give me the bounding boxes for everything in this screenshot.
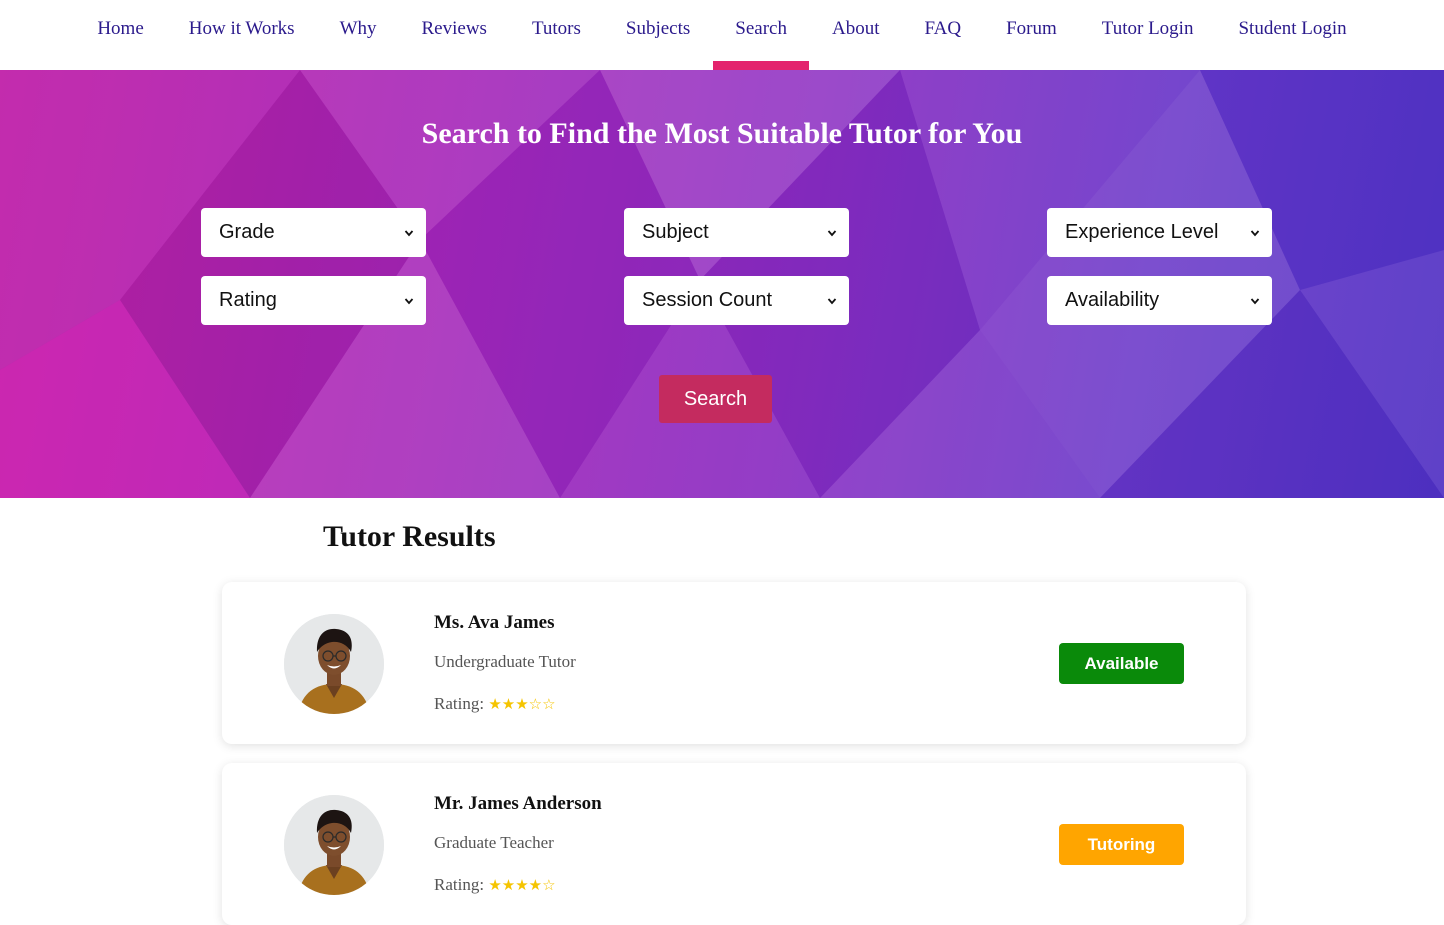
chevron-down-icon (404, 229, 414, 236)
hero-title: Search to Find the Most Suitable Tutor f… (421, 117, 1023, 151)
nav-home[interactable]: Home (75, 0, 166, 70)
rating-select-value: Rating (219, 289, 277, 311)
subject-select[interactable]: Subject (624, 208, 849, 257)
rating-label: Rating: (434, 875, 485, 894)
chevron-down-icon (1250, 297, 1260, 304)
nav-reviews[interactable]: Reviews (399, 0, 509, 70)
availability-select-value: Availability (1065, 289, 1160, 311)
tutor-card[interactable]: Ms. Ava James Undergraduate Tutor Rating… (222, 582, 1246, 744)
session-count-select[interactable]: Session Count (624, 276, 849, 325)
tutor-rating: Rating: ★★★☆☆ (434, 694, 556, 714)
results-title: Tutor Results (323, 520, 496, 553)
nav-forum[interactable]: Forum (984, 0, 1080, 70)
star-rating-icon: ★★★☆☆ (488, 695, 556, 713)
experience-level-select-value: Experience Level (1065, 221, 1219, 243)
status-badge-available[interactable]: Available (1059, 643, 1184, 684)
avatar (284, 614, 384, 714)
tutor-name[interactable]: Ms. Ava James (434, 612, 555, 634)
nav-tutor-login[interactable]: Tutor Login (1079, 0, 1216, 70)
grade-select-value: Grade (219, 221, 275, 243)
search-hero: Search to Find the Most Suitable Tutor f… (0, 70, 1444, 498)
chevron-down-icon (827, 229, 837, 236)
status-badge-tutoring[interactable]: Tutoring (1059, 824, 1184, 865)
grade-select[interactable]: Grade (201, 208, 426, 257)
session-count-select-value: Session Count (642, 289, 773, 311)
nav-about[interactable]: About (809, 0, 902, 70)
rating-select[interactable]: Rating (201, 276, 426, 325)
tutor-name[interactable]: Mr. James Anderson (434, 793, 602, 815)
main-nav: Home How it Works Why Reviews Tutors Sub… (0, 0, 1444, 70)
experience-level-select[interactable]: Experience Level (1047, 208, 1272, 257)
star-rating-icon: ★★★★☆ (488, 876, 556, 894)
subject-select-value: Subject (642, 221, 709, 243)
nav-tutors[interactable]: Tutors (509, 0, 603, 70)
tutor-role: Graduate Teacher (434, 833, 554, 852)
avatar (284, 795, 384, 895)
nav-how-it-works[interactable]: How it Works (166, 0, 317, 70)
nav-faq[interactable]: FAQ (902, 0, 984, 70)
search-button[interactable]: Search (659, 375, 772, 423)
tutor-role: Undergraduate Tutor (434, 652, 576, 671)
nav-subjects[interactable]: Subjects (603, 0, 712, 70)
chevron-down-icon (404, 297, 414, 304)
nav-student-login[interactable]: Student Login (1216, 0, 1369, 70)
tutor-photo (284, 614, 384, 714)
tutor-photo (284, 795, 384, 895)
tutor-rating: Rating: ★★★★☆ (434, 875, 556, 895)
nav-search[interactable]: Search (712, 0, 810, 70)
chevron-down-icon (827, 297, 837, 304)
availability-select[interactable]: Availability (1047, 276, 1272, 325)
nav-why[interactable]: Why (317, 0, 399, 70)
rating-label: Rating: (434, 694, 485, 713)
chevron-down-icon (1250, 229, 1260, 236)
